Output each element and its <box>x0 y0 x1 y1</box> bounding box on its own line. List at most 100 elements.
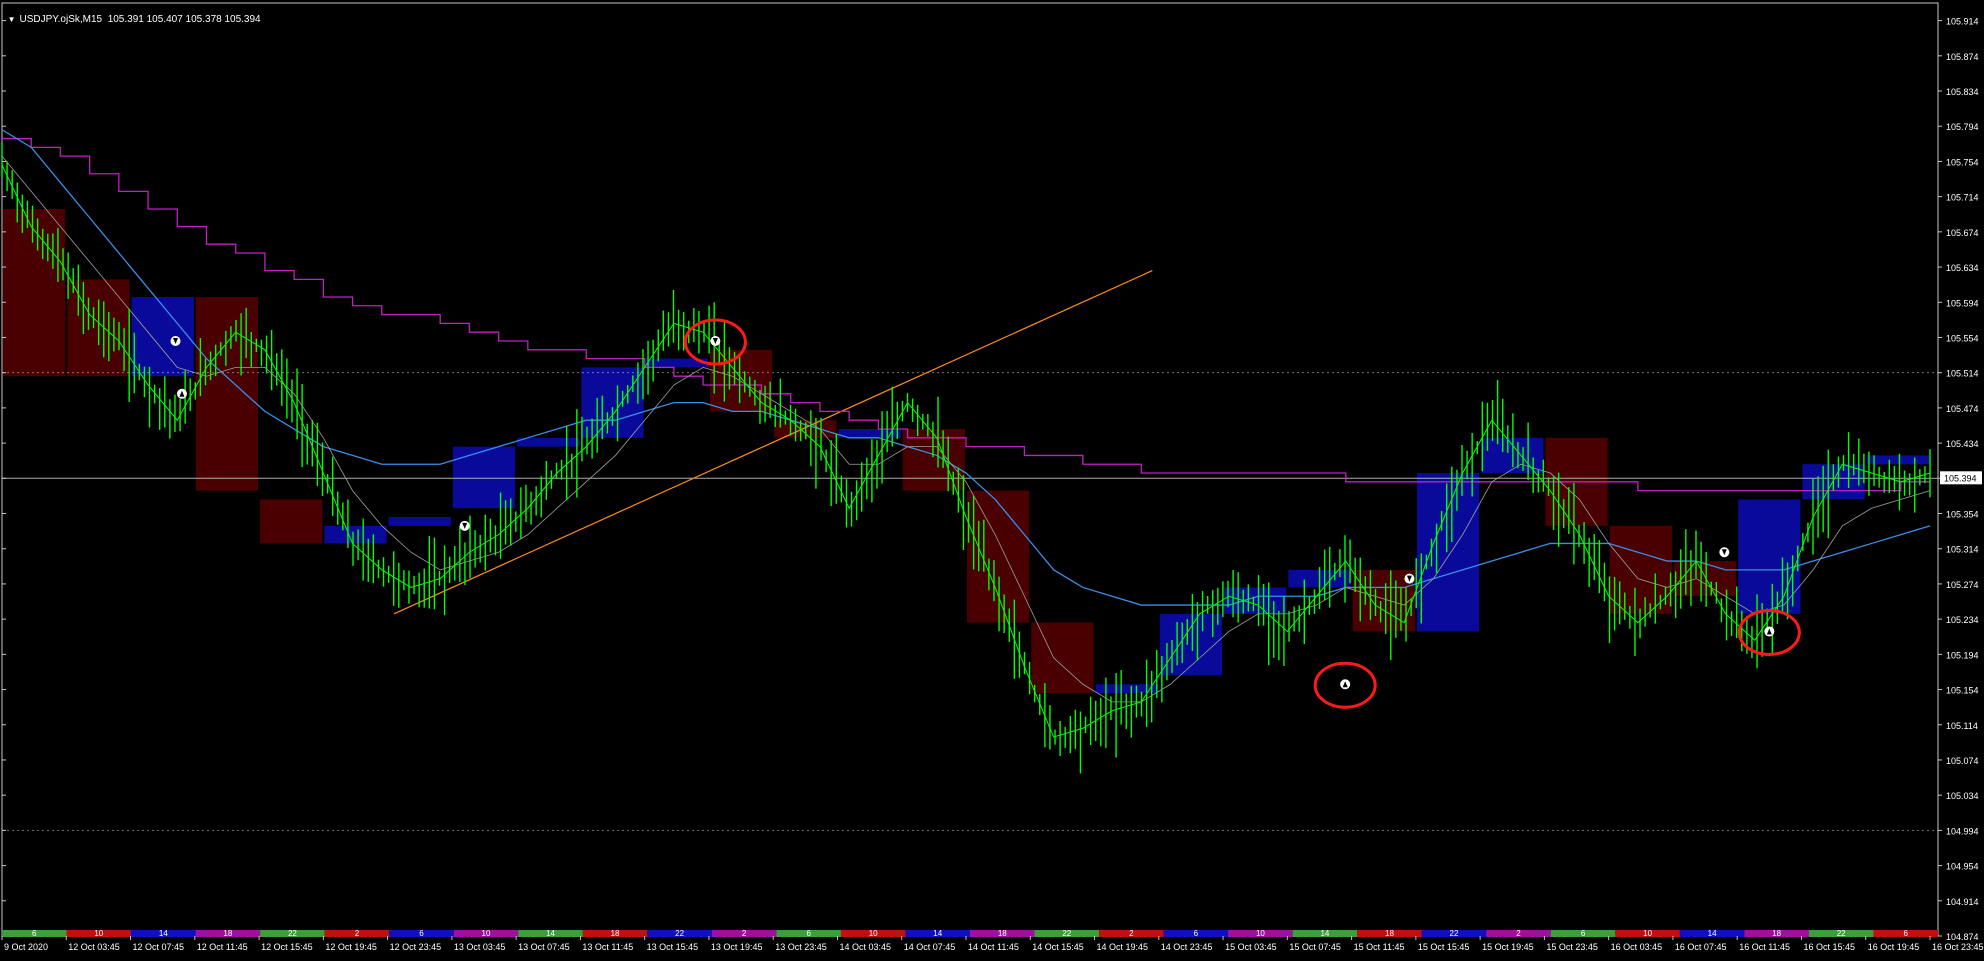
y-tick-label: 105.154 <box>1946 686 1979 696</box>
x-tick-label: 14 Oct 07:45 <box>904 942 956 952</box>
x-tick-label: 15 Oct 11:45 <box>1354 942 1405 952</box>
x-tick-label: 16 Oct 15:45 <box>1803 942 1855 952</box>
session-box <box>1031 622 1094 694</box>
x-tick-label: 13 Oct 03:45 <box>454 942 506 952</box>
x-tick-label: 13 Oct 15:45 <box>647 942 699 952</box>
session-box <box>1416 473 1480 632</box>
session-strip-label: 22 <box>1450 929 1459 938</box>
x-tick-label: 16 Oct 19:45 <box>1868 942 1920 952</box>
y-tick-label: 105.234 <box>1946 615 1979 625</box>
x-tick-label: 13 Oct 11:45 <box>582 942 633 952</box>
x-tick-label: 13 Oct 19:45 <box>711 942 763 952</box>
session-strip-label: 6 <box>1581 929 1586 938</box>
y-tick-label: 105.634 <box>1946 263 1979 273</box>
y-tick-label: 105.194 <box>1946 650 1979 660</box>
session-strip-label: 2 <box>1516 929 1521 938</box>
x-tick-label: 16 Oct 11:45 <box>1739 942 1790 952</box>
session-box <box>452 446 516 509</box>
session-strip-label: 10 <box>869 929 878 938</box>
session-strip-label: 22 <box>675 929 684 938</box>
y-tick-label: 105.474 <box>1946 404 1979 414</box>
trendline <box>393 270 1153 615</box>
x-tick-label: 12 Oct 07:45 <box>133 942 185 952</box>
y-tick-label: 105.874 <box>1946 52 1979 62</box>
session-box <box>3 208 66 377</box>
session-strip-label: 22 <box>1062 929 1071 938</box>
y-tick-label: 104.954 <box>1946 862 1979 872</box>
session-strip-label: 14 <box>159 929 168 938</box>
y-tick-label: 105.314 <box>1946 545 1979 555</box>
y-tick-label: 105.114 <box>1946 721 1978 731</box>
x-tick-label: 15 Oct 03:45 <box>1225 942 1277 952</box>
x-tick-label: 14 Oct 11:45 <box>968 942 1019 952</box>
session-strip-label: 14 <box>546 929 555 938</box>
x-tick-label: 16 Oct 07:45 <box>1675 942 1727 952</box>
session-strip-label: 10 <box>482 929 491 938</box>
session-strip-label: 10 <box>94 929 103 938</box>
session-strip-label: 22 <box>288 929 297 938</box>
y-tick-label: 105.674 <box>1946 228 1979 238</box>
session-strip-label: 6 <box>806 929 811 938</box>
pivot-series-line <box>2 137 1930 492</box>
session-strip-label: 6 <box>1194 929 1199 938</box>
session-strip-label: 18 <box>998 929 1007 938</box>
session-strip-label: 14 <box>1320 929 1329 938</box>
session-box <box>581 367 644 438</box>
chevron-down-icon[interactable]: ▼ <box>8 15 16 24</box>
x-tick-label: 12 Oct 19:45 <box>325 942 377 952</box>
x-tick-label: 12 Oct 03:45 <box>68 942 120 952</box>
session-strip-label: 10 <box>1256 929 1265 938</box>
session-strip-label: 18 <box>1772 929 1781 938</box>
x-tick-label: 16 Oct 23:45 <box>1932 942 1984 952</box>
x-tick-label: 9 Oct 2020 <box>4 942 48 952</box>
y-tick-label: 105.074 <box>1946 756 1979 766</box>
session-box <box>1866 455 1929 465</box>
session-box <box>517 437 580 447</box>
y-tick-label: 105.034 <box>1946 791 1979 801</box>
session-box <box>388 517 451 526</box>
x-tick-label: 15 Oct 19:45 <box>1482 942 1534 952</box>
session-strip-label: 6 <box>419 929 424 938</box>
y-tick-label: 105.274 <box>1946 580 1979 590</box>
y-tick-label: 104.914 <box>1946 897 1979 907</box>
x-tick-label: 13 Oct 07:45 <box>518 942 570 952</box>
session-box <box>195 296 259 491</box>
x-tick-label: 14 Oct 19:45 <box>1097 942 1149 952</box>
y-tick-label: 105.554 <box>1946 333 1979 343</box>
x-tick-label: 14 Oct 03:45 <box>839 942 891 952</box>
y-tick-label: 105.434 <box>1946 439 1979 449</box>
x-tick-label: 14 Oct 23:45 <box>1161 942 1213 952</box>
x-tick-label: 15 Oct 07:45 <box>1289 942 1341 952</box>
y-tick-label: 105.354 <box>1946 510 1979 520</box>
session-strip-label: 14 <box>933 929 942 938</box>
quote-values: 105.391 105.407 105.378 105.394 <box>107 14 261 25</box>
y-tick-label: 105.834 <box>1946 87 1979 97</box>
y-tick-label: 104.874 <box>1946 932 1979 942</box>
y-tick-label: 105.754 <box>1946 157 1979 167</box>
chart-area[interactable]: 105.914 105.874 105.834 105.794 105.754 105.7… <box>0 0 1984 961</box>
x-tick-label: 15 Oct 23:45 <box>1546 942 1598 952</box>
x-tick-label: 14 Oct 15:45 <box>1032 942 1084 952</box>
x-tick-label: 13 Oct 23:45 <box>775 942 827 952</box>
session-strip-label: 10 <box>1643 929 1652 938</box>
x-tick-label: 16 Oct 03:45 <box>1611 942 1663 952</box>
session-box <box>131 296 194 377</box>
session-strip-label: 6 <box>32 929 37 938</box>
session-strip-label: 14 <box>1708 929 1717 938</box>
y-tick-label: 105.594 <box>1946 298 1979 308</box>
session-strip-label: 18 <box>1385 929 1394 938</box>
symbol-label: USDJPY.ojSk,M15 <box>19 14 103 25</box>
y-tick-label: 105.514 <box>1946 369 1979 379</box>
y-tick-label: 104.994 <box>1946 826 1979 836</box>
session-box <box>260 499 323 544</box>
chart-header: ▼ USDJPY.ojSk,M15 105.391 105.407 105.378… <box>2 3 261 25</box>
session-strip-label: 6 <box>1904 929 1909 938</box>
x-tick-label: 12 Oct 11:45 <box>197 942 248 952</box>
session-strip-label: 2 <box>1129 929 1134 938</box>
current-price-label: 105.394 <box>1944 473 1977 483</box>
x-tick-label: 12 Oct 23:45 <box>390 942 442 952</box>
session-strip-label: 22 <box>1837 929 1846 938</box>
session-strip-label: 18 <box>223 929 232 938</box>
session-strip-label: 18 <box>611 929 620 938</box>
session-box <box>967 490 1030 623</box>
